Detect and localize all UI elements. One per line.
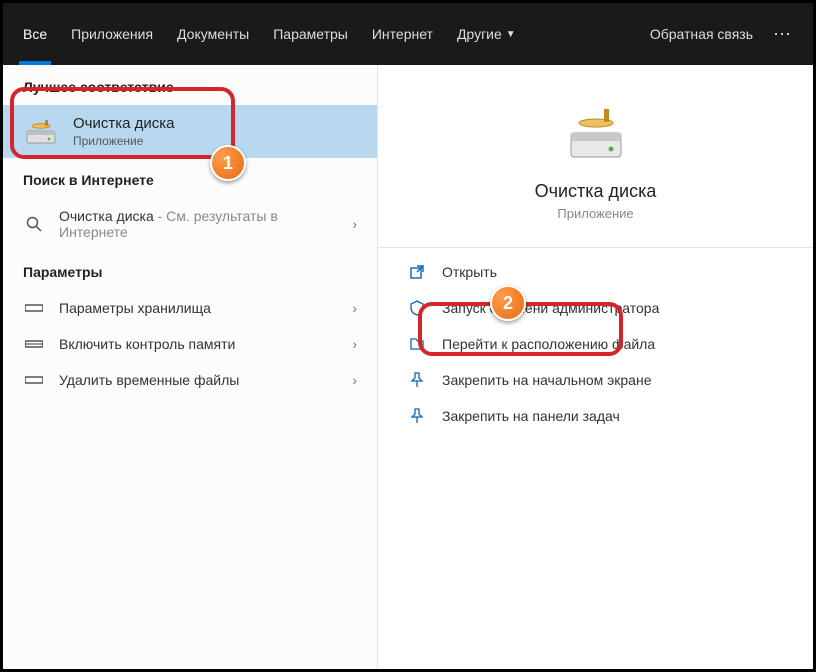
delete-temp-icon: [23, 374, 45, 386]
parameters-header: Параметры: [3, 250, 377, 290]
open-icon: [408, 264, 426, 280]
web-result-row[interactable]: Очистка диска - См. результаты в Интерне…: [3, 198, 377, 250]
best-match-header: Лучшее соответствие: [3, 65, 377, 105]
divider: [378, 247, 813, 248]
top-tabs-bar: Все Приложения Документы Параметры Интер…: [3, 3, 813, 65]
folder-icon: [408, 336, 426, 352]
chevron-down-icon: ▼: [506, 29, 516, 40]
pin-start-icon: [408, 372, 426, 388]
tab-other-label: Другие: [457, 26, 502, 42]
annotation-badge-2: 2: [490, 285, 526, 321]
tab-other[interactable]: Другие ▼: [457, 3, 516, 65]
tab-internet[interactable]: Интернет: [372, 3, 433, 65]
annotation-badge-1: 1: [210, 145, 246, 181]
web-search-header: Поиск в Интернете: [3, 158, 377, 198]
chevron-right-icon: ›: [352, 372, 357, 388]
tab-all[interactable]: Все: [23, 3, 47, 65]
search-icon: [23, 216, 45, 232]
details-panel: Очистка диска Приложение Открыть Запуск …: [378, 65, 813, 669]
disk-cleanup-icon: [23, 117, 59, 147]
tab-params[interactable]: Параметры: [273, 3, 348, 65]
chevron-right-icon: ›: [352, 300, 357, 316]
best-match-text: Очистка диска Приложение: [73, 115, 175, 148]
tab-docs[interactable]: Документы: [177, 3, 249, 65]
best-match-title: Очистка диска: [73, 115, 175, 132]
action-run-as-admin[interactable]: Запуск от имени администратора: [378, 290, 813, 326]
chevron-right-icon: ›: [352, 216, 357, 232]
admin-icon: [408, 300, 426, 316]
pin-taskbar-icon: [408, 408, 426, 424]
param-temp[interactable]: Удалить временные файлы ›: [3, 362, 377, 398]
results-panel: Лучшее соответствие Очистка диска Прилож…: [3, 65, 378, 669]
action-pin-start[interactable]: Закрепить на начальном экране: [378, 362, 813, 398]
details-title: Очистка диска: [378, 181, 813, 202]
action-open[interactable]: Открыть: [378, 254, 813, 290]
best-match-sub: Приложение: [73, 134, 175, 148]
disk-cleanup-icon-large: [561, 105, 631, 165]
memory-icon: [23, 338, 45, 350]
param-memory[interactable]: Включить контроль памяти ›: [3, 326, 377, 362]
details-subtitle: Приложение: [378, 206, 813, 221]
action-file-location[interactable]: Перейти к расположению файла: [378, 326, 813, 362]
action-pin-taskbar[interactable]: Закрепить на панели задач: [378, 398, 813, 434]
chevron-right-icon: ›: [352, 336, 357, 352]
topbar-right: Обратная связь ⋯: [650, 24, 793, 45]
main-content: Лучшее соответствие Очистка диска Прилож…: [3, 65, 813, 669]
web-result-text: Очистка диска - См. результаты в Интерне…: [59, 208, 278, 240]
param-storage[interactable]: Параметры хранилища ›: [3, 290, 377, 326]
storage-icon: [23, 302, 45, 314]
tab-apps[interactable]: Приложения: [71, 3, 153, 65]
more-icon[interactable]: ⋯: [773, 24, 793, 45]
best-match-result[interactable]: Очистка диска Приложение: [3, 105, 377, 158]
details-header: Очистка диска Приложение: [378, 65, 813, 221]
tabs-group: Все Приложения Документы Параметры Интер…: [23, 3, 516, 65]
feedback-link[interactable]: Обратная связь: [650, 26, 753, 42]
